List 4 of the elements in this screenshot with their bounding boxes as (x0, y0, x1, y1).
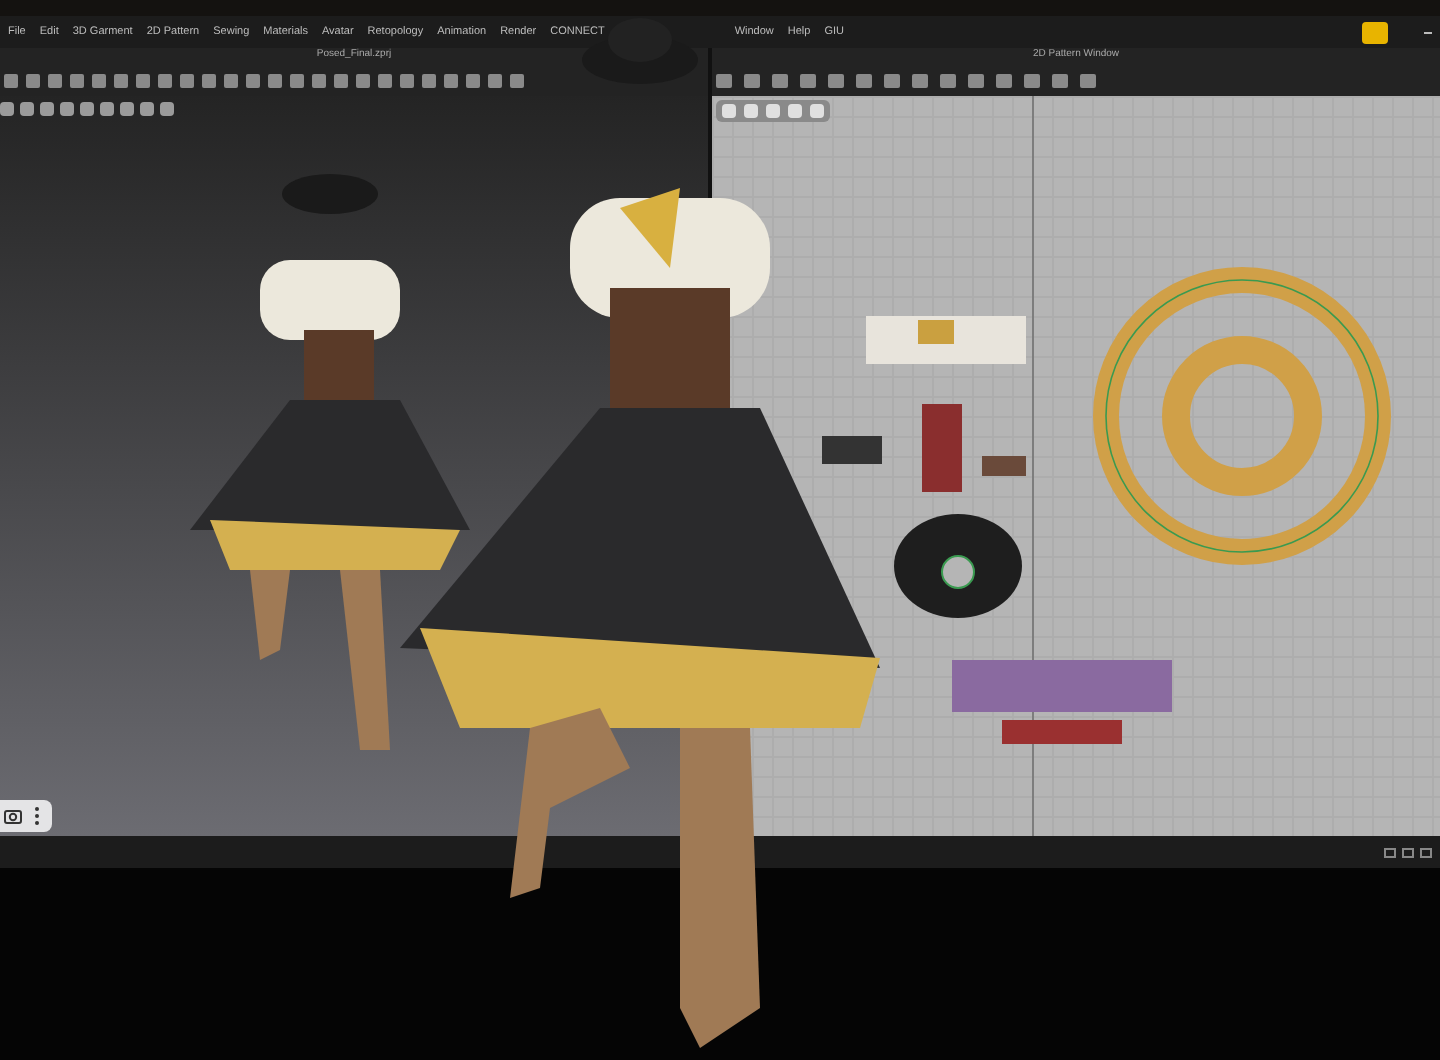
more-icon[interactable] (34, 806, 40, 826)
camera-icon[interactable] (4, 808, 22, 824)
app-logo-icon[interactable] (1362, 21, 1388, 43)
minimize-icon[interactable] (1424, 31, 1432, 33)
